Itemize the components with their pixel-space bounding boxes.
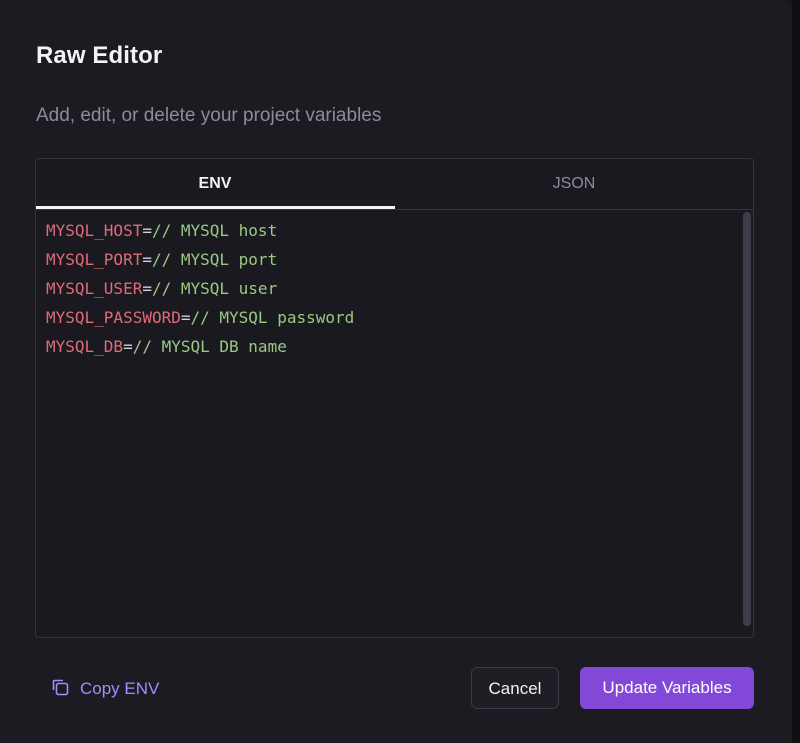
code-line: MYSQL_PASSWORD=// MYSQL password bbox=[46, 303, 354, 332]
editor-scrollbar[interactable] bbox=[743, 212, 751, 626]
env-key: MYSQL_PASSWORD bbox=[46, 308, 181, 327]
copy-env-button[interactable]: Copy ENV bbox=[50, 676, 159, 702]
env-comment: // MYSQL user bbox=[151, 279, 278, 298]
code-line: MYSQL_DB=// MYSQL DB name bbox=[46, 332, 287, 361]
raw-editor-dialog: Raw Editor Add, edit, or delete your pro… bbox=[0, 0, 792, 743]
active-tab-indicator bbox=[36, 206, 395, 209]
format-tabs: ENV JSON bbox=[36, 159, 753, 210]
env-comment: // MYSQL DB name bbox=[132, 337, 287, 356]
env-equals: = bbox=[142, 279, 152, 298]
copy-env-label: Copy ENV bbox=[80, 679, 160, 698]
dialog-title: Raw Editor bbox=[36, 42, 163, 69]
env-equals: = bbox=[142, 221, 152, 240]
env-comment: // MYSQL host bbox=[151, 221, 278, 240]
tab-env[interactable]: ENV bbox=[36, 159, 394, 209]
env-equals: = bbox=[142, 250, 152, 269]
env-key: MYSQL_PORT bbox=[46, 250, 143, 269]
dialog-subtitle: Add, edit, or delete your project variab… bbox=[36, 105, 382, 126]
editor-panel: ENV JSON MYSQL_HOST=// MYSQL host MYSQL_… bbox=[35, 158, 754, 638]
env-key: MYSQL_DB bbox=[46, 337, 124, 356]
copy-icon bbox=[50, 677, 80, 702]
env-equals: = bbox=[123, 337, 133, 356]
code-line: MYSQL_PORT=// MYSQL port bbox=[46, 245, 277, 274]
tab-json[interactable]: JSON bbox=[395, 159, 753, 209]
background-page-edge bbox=[792, 0, 800, 743]
code-line: MYSQL_USER=// MYSQL user bbox=[46, 274, 277, 303]
env-code-editor[interactable]: MYSQL_HOST=// MYSQL host MYSQL_PORT=// M… bbox=[36, 210, 741, 637]
env-key: MYSQL_HOST bbox=[46, 221, 143, 240]
env-equals: = bbox=[180, 308, 191, 327]
code-line: MYSQL_HOST=// MYSQL host bbox=[46, 216, 277, 245]
update-variables-button[interactable]: Update Variables bbox=[580, 667, 754, 709]
env-comment: // MYSQL port bbox=[151, 250, 278, 269]
env-comment: // MYSQL password bbox=[190, 308, 355, 327]
cancel-button[interactable]: Cancel bbox=[471, 667, 559, 709]
env-key: MYSQL_USER bbox=[46, 279, 143, 298]
